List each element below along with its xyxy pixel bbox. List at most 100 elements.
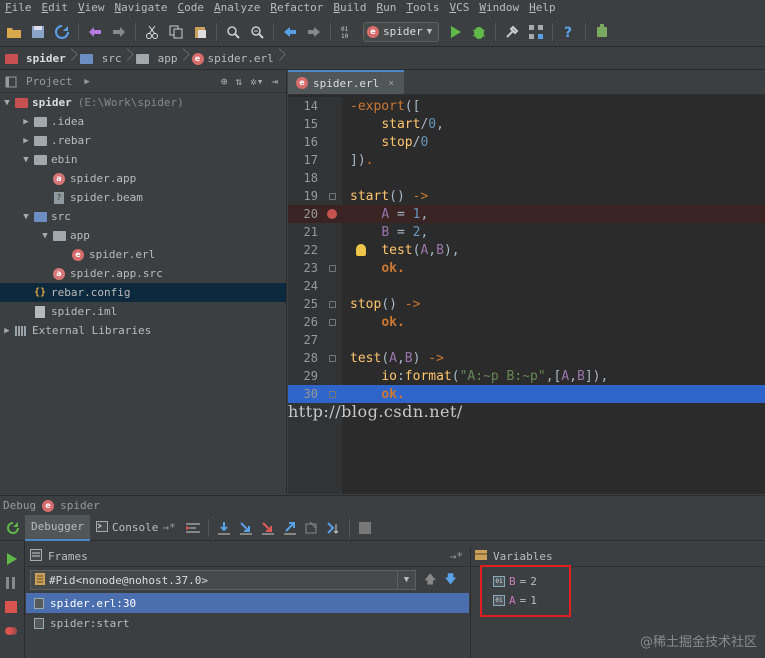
expand-arrow-icon[interactable]: ▼ [19,212,33,222]
tree-item[interactable]: a spider.app.src [0,264,286,283]
menu-vcs[interactable]: VCS [444,0,474,16]
replace-icon[interactable] [246,21,268,43]
fold-marker-icon[interactable] [328,192,336,200]
code-area[interactable]: 14 -export([15 start/0, 16 stop/0 17]). 18 19… [288,97,765,403]
code-line[interactable]: 24 [288,277,765,295]
tab-debugger[interactable]: Debugger [25,514,90,541]
paste-icon[interactable] [189,21,211,43]
variable-row[interactable]: 01 A = 1 [493,592,537,608]
save-icon[interactable] [27,21,49,43]
breadcrumb-item[interactable]: src [80,52,136,65]
code-line[interactable]: 28 test(A,B) -> [288,349,765,367]
view-breakpoints-icon[interactable] [0,620,22,642]
menu-file[interactable]: File [0,0,37,16]
tree-item[interactable]: a spider.app [0,169,286,188]
tree-item[interactable]: ▶ .rebar [0,131,286,150]
menu-code[interactable]: Code [172,0,209,16]
tree-item[interactable]: ▼ app [0,226,286,245]
tree-item[interactable]: e spider.erl [0,245,286,264]
menu-window[interactable]: Window [474,0,524,16]
build-icon[interactable]: 01 10 [336,21,358,43]
stop-icon[interactable] [0,596,22,618]
code-line[interactable]: 18 [288,169,765,187]
collapse-all-icon[interactable]: ⇅ [236,75,243,88]
collapse-arrow-icon[interactable]: ▶ [19,117,33,127]
resume-icon[interactable] [0,548,22,570]
step-over-icon[interactable] [213,517,235,539]
expand-arrow-icon[interactable]: ▼ [19,155,33,165]
menu-edit[interactable]: Edit [37,0,74,16]
pause-icon[interactable] [0,572,22,594]
code-line[interactable]: 20 A = 1, [288,205,765,223]
variable-row[interactable]: 01 B = 2 [493,573,537,589]
menu-build[interactable]: Build [328,0,371,16]
tree-item[interactable]: ▼ ebin [0,150,286,169]
fold-marker-icon[interactable] [328,300,336,308]
fold-marker-icon[interactable] [328,390,336,398]
frame-item[interactable]: spider.erl:30 [26,593,469,613]
redo-icon[interactable] [108,21,130,43]
undo-icon[interactable] [84,21,106,43]
tree-item[interactable]: ▶ External Libraries [0,321,286,340]
find-icon[interactable] [222,21,244,43]
hide-panel-icon[interactable]: ⇥ [271,75,278,88]
expand-arrow-icon[interactable]: ▼ [38,231,52,241]
cut-icon[interactable] [141,21,163,43]
tree-item[interactable]: ▼ src [0,207,286,226]
tree-item[interactable]: ▶ .idea [0,112,286,131]
menu-analyze[interactable]: Analyze [209,0,265,16]
debug-icon[interactable] [468,21,490,43]
code-line[interactable]: 15 start/0, [288,115,765,133]
help-icon[interactable]: ? [558,21,580,43]
thread-select[interactable]: #Pid<nonode@nohost.37.0> ▼ [30,570,416,590]
back-arrow-icon[interactable] [279,21,301,43]
debug-config-label[interactable]: spider [60,499,100,512]
code-line[interactable]: 29 io:format("A:~p B:~p",[A,B]), [288,367,765,385]
show-execution-point-icon[interactable] [182,517,204,539]
run-configuration-select[interactable]: e spider ▼ [363,21,440,42]
evaluate-expression-icon[interactable] [354,517,376,539]
code-line[interactable]: 14 -export([ [288,97,765,115]
forward-arrow-icon[interactable] [303,21,325,43]
breadcrumb-item[interactable]: e spider.erl [191,52,288,65]
arrow-up-icon[interactable]: 🡅 [424,570,436,591]
plugin-icon[interactable] [591,21,613,43]
settings-icon[interactable] [501,21,523,43]
code-line[interactable]: 17]). [288,151,765,169]
expand-arrow-icon[interactable]: ▼ [0,98,14,108]
code-line[interactable]: 23 ok. [288,259,765,277]
menu-view[interactable]: View [73,0,110,16]
code-line[interactable]: 19 start() -> [288,187,765,205]
code-line[interactable]: 30 ok. [288,385,765,403]
step-out-icon[interactable] [279,517,301,539]
fold-marker-icon[interactable] [328,318,336,326]
code-line[interactable]: 25 stop() -> [288,295,765,313]
lightbulb-icon[interactable] [356,244,366,256]
tab-console[interactable]: Console →* [90,515,182,541]
tree-item[interactable]: {} rebar.config [0,283,286,302]
step-into-icon[interactable] [235,517,257,539]
drop-frame-icon[interactable] [301,517,323,539]
tree-item[interactable]: ▼ spider (E:\Work\spider) [0,93,286,112]
menu-navigate[interactable]: Navigate [110,0,173,16]
tree-item[interactable]: spider.iml [0,302,286,321]
frame-item[interactable]: spider:start [26,613,469,633]
fold-marker-icon[interactable] [328,354,336,362]
open-folder-icon[interactable] [3,21,25,43]
collapse-arrow-icon[interactable]: ▶ [0,326,14,336]
code-line[interactable]: 21 B = 2, [288,223,765,241]
breadcrumb-item[interactable]: app [136,52,192,65]
tab-spider-erl[interactable]: e spider.erl × [288,70,405,94]
arrow-down-icon[interactable]: 🡇 [444,570,456,591]
code-line[interactable]: 16 stop/0 [288,133,765,151]
rerun-icon[interactable] [0,517,25,539]
scroll-from-source-icon[interactable]: ⊕ [221,75,228,88]
menu-help[interactable]: Help [524,0,561,16]
project-panel-title[interactable]: Project [26,75,72,88]
pin-arrow-icon[interactable]: →* [162,521,175,534]
copy-icon[interactable] [165,21,187,43]
menu-run[interactable]: Run [371,0,401,16]
sync-icon[interactable] [51,21,73,43]
fold-marker-icon[interactable] [328,264,336,272]
tree-item[interactable]: ? spider.beam [0,188,286,207]
